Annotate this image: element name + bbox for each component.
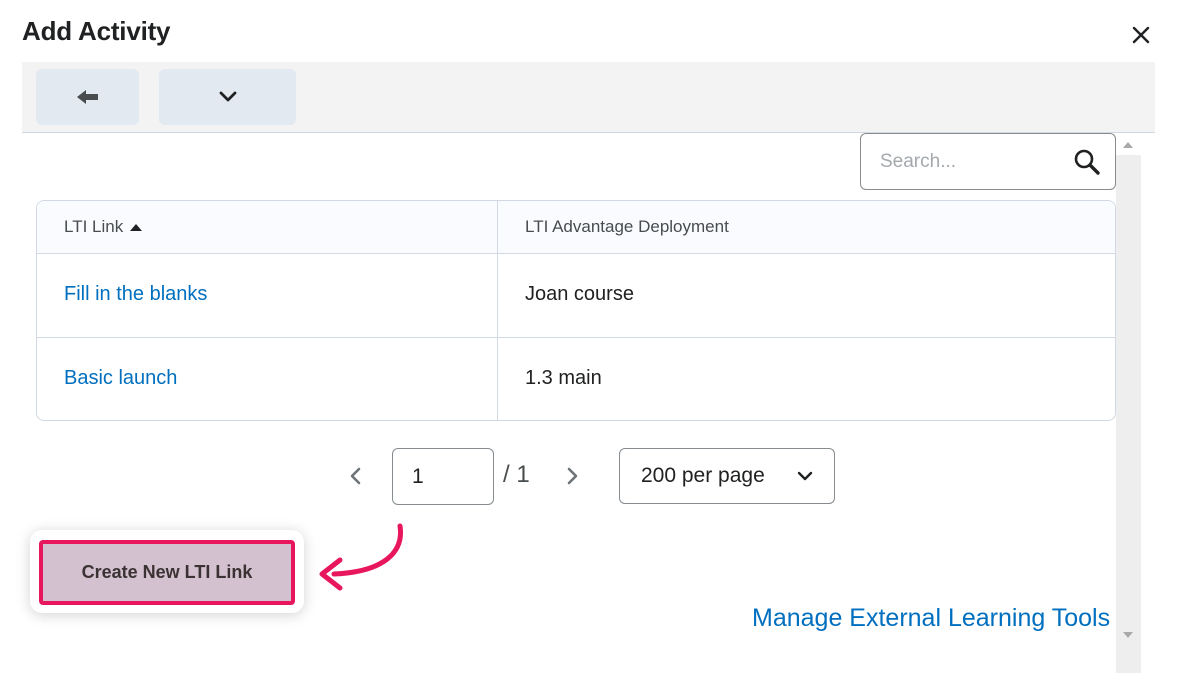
scrollbar-track[interactable] (1116, 155, 1141, 673)
column-header-label: LTI Link (64, 217, 124, 236)
sort-ascending-icon (130, 224, 143, 231)
dialog-title: Add Activity (22, 16, 171, 46)
lti-link[interactable]: Basic launch (64, 367, 177, 390)
create-new-lti-link-button[interactable]: Create New LTI Link (39, 540, 295, 605)
arrow-left-icon (76, 90, 98, 104)
lti-link[interactable]: Fill in the blanks (64, 283, 207, 306)
search-box (860, 133, 1116, 190)
scroll-down-icon[interactable] (1122, 630, 1134, 640)
close-icon (1132, 26, 1150, 44)
table-header: LTI Link LTI Advantage Deployment (37, 201, 1115, 254)
column-header-label: LTI Advantage Deployment (525, 217, 729, 236)
column-header-deployment: LTI Advantage Deployment (525, 217, 729, 237)
curved-arrow-icon (316, 520, 406, 594)
search-input[interactable] (880, 146, 1060, 178)
manage-external-learning-tools-link[interactable]: Manage External Learning Tools (752, 604, 1110, 633)
chevron-left-icon[interactable] (346, 466, 366, 486)
page-total: / 1 (503, 461, 530, 488)
deployment-cell: 1.3 main (525, 367, 602, 389)
column-header-lti-link[interactable]: LTI Link (64, 217, 144, 237)
scroll-up-icon[interactable] (1122, 140, 1134, 150)
back-button[interactable] (36, 69, 139, 125)
column-divider (497, 201, 498, 420)
chevron-down-icon (219, 91, 236, 102)
chevron-down-icon (797, 471, 813, 481)
search-icon[interactable] (1073, 148, 1101, 176)
deployment-cell: Joan course (525, 283, 634, 305)
lti-links-table: LTI Link LTI Advantage Deployment Fill i… (36, 200, 1116, 421)
close-button[interactable] (1124, 18, 1158, 52)
toolbar (22, 62, 1155, 133)
per-page-value: 200 per page (641, 464, 765, 487)
more-options-button[interactable] (159, 69, 296, 125)
page-number-input[interactable] (392, 448, 494, 505)
table-row: Fill in the blanks Joan course (37, 254, 1115, 338)
table-row: Basic launch 1.3 main (37, 338, 1115, 420)
chevron-right-icon[interactable] (562, 466, 582, 486)
per-page-select[interactable]: 200 per page (619, 448, 835, 504)
